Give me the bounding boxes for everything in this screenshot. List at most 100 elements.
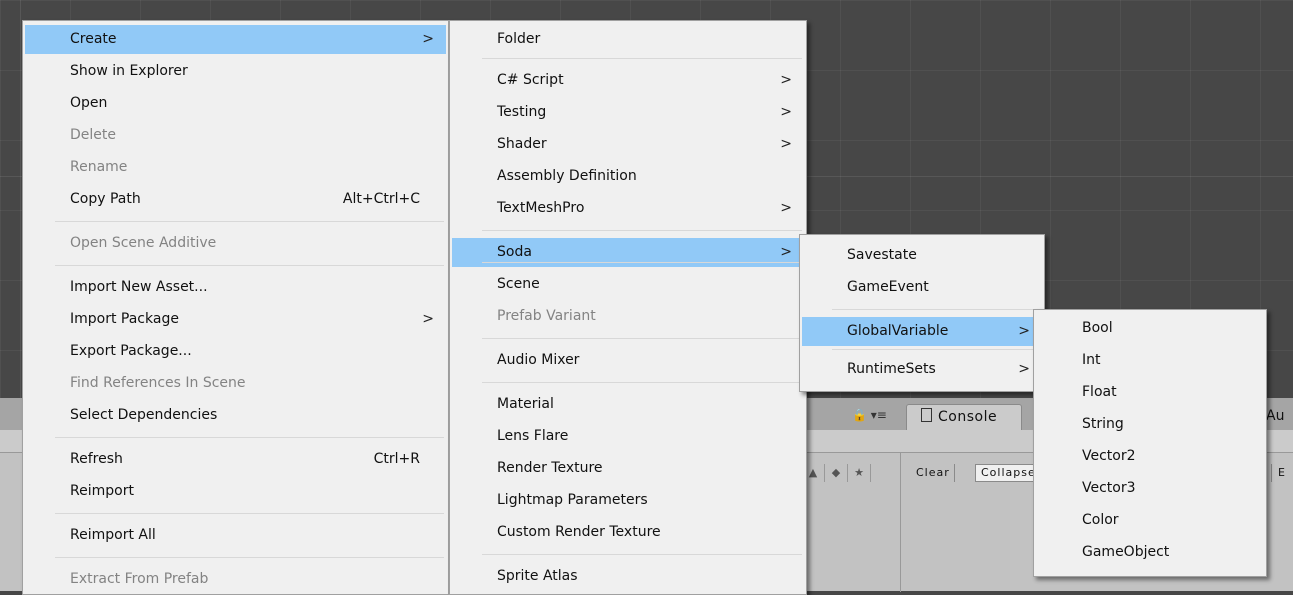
menu-item-audio-mixer[interactable]: Audio Mixer — [452, 346, 804, 375]
menu-item-label: String — [1082, 416, 1124, 432]
chevron-right-icon: > — [1018, 323, 1030, 339]
menu-item-label: Select Dependencies — [70, 407, 218, 423]
menu-item-c-script[interactable]: C# Script > — [452, 66, 804, 95]
menu-item-testing[interactable]: Testing > — [452, 98, 804, 127]
menu-item-label: Testing — [497, 104, 547, 120]
menu-separator — [832, 349, 1040, 350]
lock-icon[interactable]: 🔒 ▾≡ — [852, 408, 887, 422]
menu-item-find-references-in-scene: Find References In Scene — [25, 369, 446, 398]
menu-item-import-new-asset[interactable]: Import New Asset... — [25, 273, 446, 302]
menu-item-label: Reimport All — [70, 527, 156, 543]
menu-item-bool[interactable]: Bool — [1036, 314, 1264, 343]
menu-item-vector3[interactable]: Vector3 — [1036, 474, 1264, 503]
menu-item-int[interactable]: Int — [1036, 346, 1264, 375]
favorite-star-icon[interactable]: ★ — [848, 464, 871, 482]
menu-item-import-package[interactable]: Import Package > — [25, 305, 446, 334]
menu-item-label: Delete — [70, 127, 116, 143]
chevron-right-icon: > — [1018, 361, 1030, 377]
console-tab-label: Console — [938, 409, 998, 425]
menu-item-label: Soda — [497, 244, 532, 260]
menu-separator — [482, 230, 802, 231]
menu-item-lightmap-parameters[interactable]: Lightmap Parameters — [452, 486, 804, 515]
menu-item-string[interactable]: String — [1036, 410, 1264, 439]
menu-item-label: GameEvent — [847, 279, 929, 295]
menu-item-label: Export Package... — [70, 343, 192, 359]
menu-item-reimport[interactable]: Reimport — [25, 477, 446, 506]
chevron-right-icon: > — [780, 72, 792, 88]
menu-item-label: Bool — [1082, 320, 1113, 336]
menu-item-folder[interactable]: Folder — [452, 25, 804, 54]
menu-item-shader[interactable]: Shader > — [452, 130, 804, 159]
soda-submenu: Savestate GameEvent GlobalVariable > Runtime… — [799, 234, 1045, 392]
menu-item-assembly-definition[interactable]: Assembly Definition — [452, 162, 804, 191]
menu-item-label: Import Package — [70, 311, 179, 327]
menu-item-gameevent[interactable]: GameEvent — [802, 273, 1042, 302]
project-filter-icons: ▲ ◆ ★ — [802, 464, 871, 482]
tab-console[interactable]: Console — [906, 404, 1022, 430]
menu-separator — [482, 382, 802, 383]
menu-item-create[interactable]: Create > — [25, 25, 446, 54]
menu-item-extract-from-prefab: Extract From Prefab — [25, 565, 446, 594]
menu-item-gameobject[interactable]: GameObject — [1036, 538, 1264, 567]
menu-separator — [55, 265, 444, 266]
console-icon — [921, 408, 932, 422]
globalvariable-submenu: Bool Int Float String Vector2 Vector3 Color Gam… — [1033, 309, 1267, 577]
scene-grid-line — [20, 0, 21, 398]
menu-item-shortcut: Alt+Ctrl+C — [342, 191, 420, 207]
menu-item-globalvariable[interactable]: GlobalVariable > — [802, 317, 1042, 346]
menu-item-label: Lightmap Parameters — [497, 492, 648, 508]
menu-item-label: Show in Explorer — [70, 63, 188, 79]
menu-separator — [55, 513, 444, 514]
menu-separator — [482, 554, 802, 555]
menu-item-prefab-variant: Prefab Variant — [452, 302, 804, 331]
menu-separator — [482, 262, 802, 263]
menu-item-export-package[interactable]: Export Package... — [25, 337, 446, 366]
menu-item-color[interactable]: Color — [1036, 506, 1264, 535]
menu-item-label: C# Script — [497, 72, 564, 88]
chevron-right-icon: > — [780, 104, 792, 120]
clear-button[interactable]: Clear — [912, 464, 955, 482]
menu-item-copy-path[interactable]: Copy Path Alt+Ctrl+C — [25, 185, 446, 214]
menu-item-sprite-atlas[interactable]: Sprite Atlas — [452, 562, 804, 591]
menu-item-textmeshpro[interactable]: TextMeshPro > — [452, 194, 804, 223]
collapse-button[interactable]: Collapse — [975, 464, 1037, 482]
menu-item-select-dependencies[interactable]: Select Dependencies — [25, 401, 446, 430]
chevron-right-icon: > — [422, 311, 434, 327]
menu-separator — [55, 437, 444, 438]
menu-item-reimport-all[interactable]: Reimport All — [25, 521, 446, 550]
error-pause-button[interactable]: E — [1271, 464, 1293, 482]
menu-item-lens-flare[interactable]: Lens Flare — [452, 422, 804, 451]
menu-item-scene[interactable]: Scene — [452, 270, 804, 299]
menu-item-label: Folder — [497, 31, 541, 47]
menu-item-custom-render-texture[interactable]: Custom Render Texture — [452, 518, 804, 547]
menu-item-open[interactable]: Open — [25, 89, 446, 118]
menu-item-refresh[interactable]: Refresh Ctrl+R — [25, 445, 446, 474]
menu-item-rename: Rename — [25, 153, 446, 182]
menu-item-runtimesets[interactable]: RuntimeSets > — [802, 355, 1042, 384]
menu-item-label: RuntimeSets — [847, 361, 936, 377]
menu-item-label: Open — [70, 95, 108, 111]
menu-item-label: TextMeshPro — [497, 200, 585, 216]
menu-separator — [832, 309, 1040, 310]
menu-item-material[interactable]: Material — [452, 390, 804, 419]
menu-item-float[interactable]: Float — [1036, 378, 1264, 407]
menu-item-show-in-explorer[interactable]: Show in Explorer — [25, 57, 446, 86]
menu-item-label: Render Texture — [497, 460, 603, 476]
menu-item-label: Vector3 — [1082, 480, 1136, 496]
menu-item-render-texture[interactable]: Render Texture — [452, 454, 804, 483]
menu-item-label: Find References In Scene — [70, 375, 246, 391]
menu-item-label: Refresh — [70, 451, 123, 467]
menu-item-vector2[interactable]: Vector2 — [1036, 442, 1264, 471]
menu-item-label: Copy Path — [70, 191, 141, 207]
menu-item-label: Scene — [497, 276, 540, 292]
menu-item-delete: Delete — [25, 121, 446, 150]
menu-item-label: Audio Mixer — [497, 352, 580, 368]
menu-item-label: Extract From Prefab — [70, 571, 209, 587]
menu-item-savestate[interactable]: Savestate — [802, 241, 1042, 270]
filter-by-label-icon[interactable]: ◆ — [825, 464, 848, 482]
menu-item-label: Int — [1082, 352, 1101, 368]
menu-item-label: Custom Render Texture — [497, 524, 661, 540]
menu-item-label: Material — [497, 396, 554, 412]
menu-item-label: Vector2 — [1082, 448, 1136, 464]
tab-audio[interactable]: Au — [1266, 408, 1284, 424]
